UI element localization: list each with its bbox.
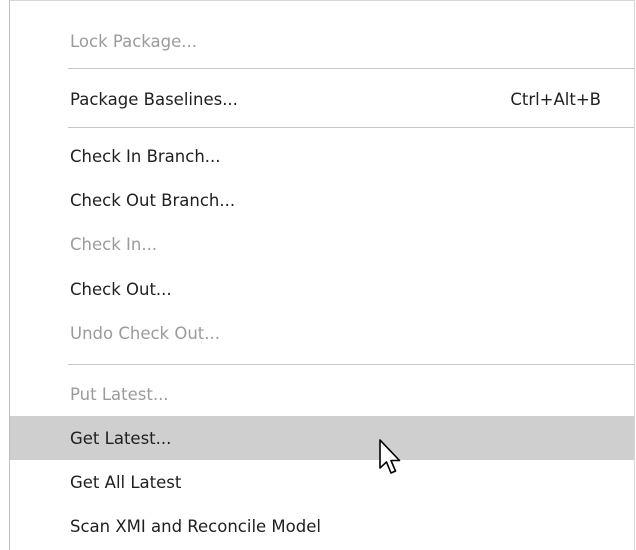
menu-item-label: Check In Branch...: [70, 146, 221, 166]
menu-item-label: Check In...: [70, 234, 158, 254]
menu-item-label: Check Out Branch...: [70, 190, 236, 210]
menu-item-undo-check-out[interactable]: Undo Check Out...: [10, 311, 634, 355]
menu-separator: [68, 364, 634, 365]
menu-item-label: Package Baselines...: [70, 89, 238, 109]
menu-item-label: Get All Latest: [70, 472, 182, 492]
menu-item-put-latest[interactable]: Put Latest...: [10, 372, 634, 416]
mouse-pointer-icon: [379, 439, 401, 474]
menu-item-check-in-branch[interactable]: Check In Branch...: [10, 134, 634, 178]
menu-item-shortcut: Ctrl+Alt+B: [510, 89, 601, 109]
menu-item-check-in[interactable]: Check In...: [10, 222, 634, 266]
menu-item-label: Check Out...: [70, 279, 172, 299]
menu-separator: [68, 127, 634, 128]
menu-item-label: Undo Check Out...: [70, 323, 220, 343]
menu-item-label: Scan XMI and Reconcile Model: [70, 516, 321, 536]
menu-item-label: Lock Package...: [70, 31, 197, 51]
menu-item-check-out-branch[interactable]: Check Out Branch...: [10, 178, 634, 222]
menu-item-package-baselines[interactable]: Package Baselines... Ctrl+Alt+B: [10, 77, 634, 121]
menu-item-lock-package[interactable]: Lock Package...: [10, 19, 634, 63]
context-menu: Lock Package... Package Baselines... Ctr…: [9, 0, 635, 550]
menu-item-label: Put Latest...: [70, 384, 169, 404]
menu-separator: [68, 68, 634, 69]
menu-item-get-all-latest[interactable]: Get All Latest: [10, 460, 634, 504]
menu-item-check-out[interactable]: Check Out...: [10, 267, 634, 311]
menu-item-label: Get Latest...: [70, 428, 172, 448]
menu-item-get-latest[interactable]: Get Latest...: [10, 416, 634, 460]
menu-item-scan-xmi-reconcile-model[interactable]: Scan XMI and Reconcile Model: [10, 504, 634, 548]
